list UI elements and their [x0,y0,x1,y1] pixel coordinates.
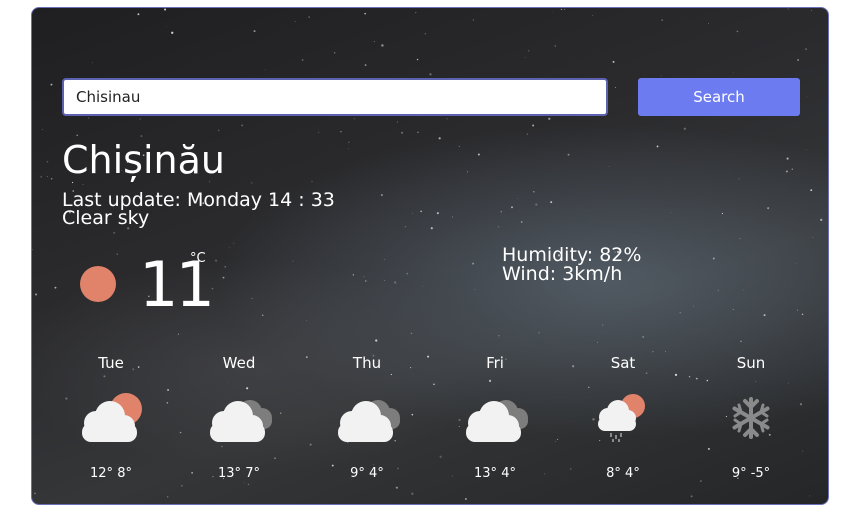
search-button[interactable]: Search [638,78,800,116]
forecast-temps: 13° 7° [218,466,260,481]
forecast-temps: 9° 4° [350,466,384,481]
forecast-day-name: Thu [352,354,382,372]
snowflake-icon [732,397,770,439]
weather-description: Clear sky [62,207,150,229]
forecast-day-name: Sat [610,354,636,372]
cloud-sun-icon [82,393,142,442]
forecast-day-name: Tue [98,354,124,372]
forecast-day: Thu 9° 4° [303,353,431,483]
forecast-temps: 8° 4° [606,466,640,481]
forecast-day: Sun 9° -5° [687,353,815,483]
forecast-day: Tue 12° 8° [47,353,175,483]
forecast-temps: 9° -5° [731,466,771,481]
weather-card: Search Chișinău Last update: Monday 14 :… [31,7,829,505]
temperature-unit: °C [190,251,206,266]
forecast-day-name: Wed [222,354,256,372]
sun-rain-icon [598,394,645,442]
forecast-day-name: Fri [486,354,504,372]
forecast-day-name: Sun [736,354,766,372]
forecast-temps: 13° 4° [474,466,516,481]
wind: Wind: 3km/h [502,263,623,285]
sun-icon [80,266,116,302]
cloudy-icon [466,400,528,442]
forecast: Tue 12° 8° Wed 13° 7° Thu 9° 4° Fri 13° … [47,353,828,483]
forecast-day: Fri 13° 4° [431,353,559,483]
forecast-day: Wed 13° 7° [175,353,303,483]
cloudy-icon [210,400,272,442]
city-search-input[interactable] [62,78,608,116]
forecast-day: Sat 8° 4° [559,353,687,483]
city-name: Chișinău [62,138,225,182]
forecast-temps: 12° 8° [90,466,132,481]
cloudy-icon [338,400,400,442]
